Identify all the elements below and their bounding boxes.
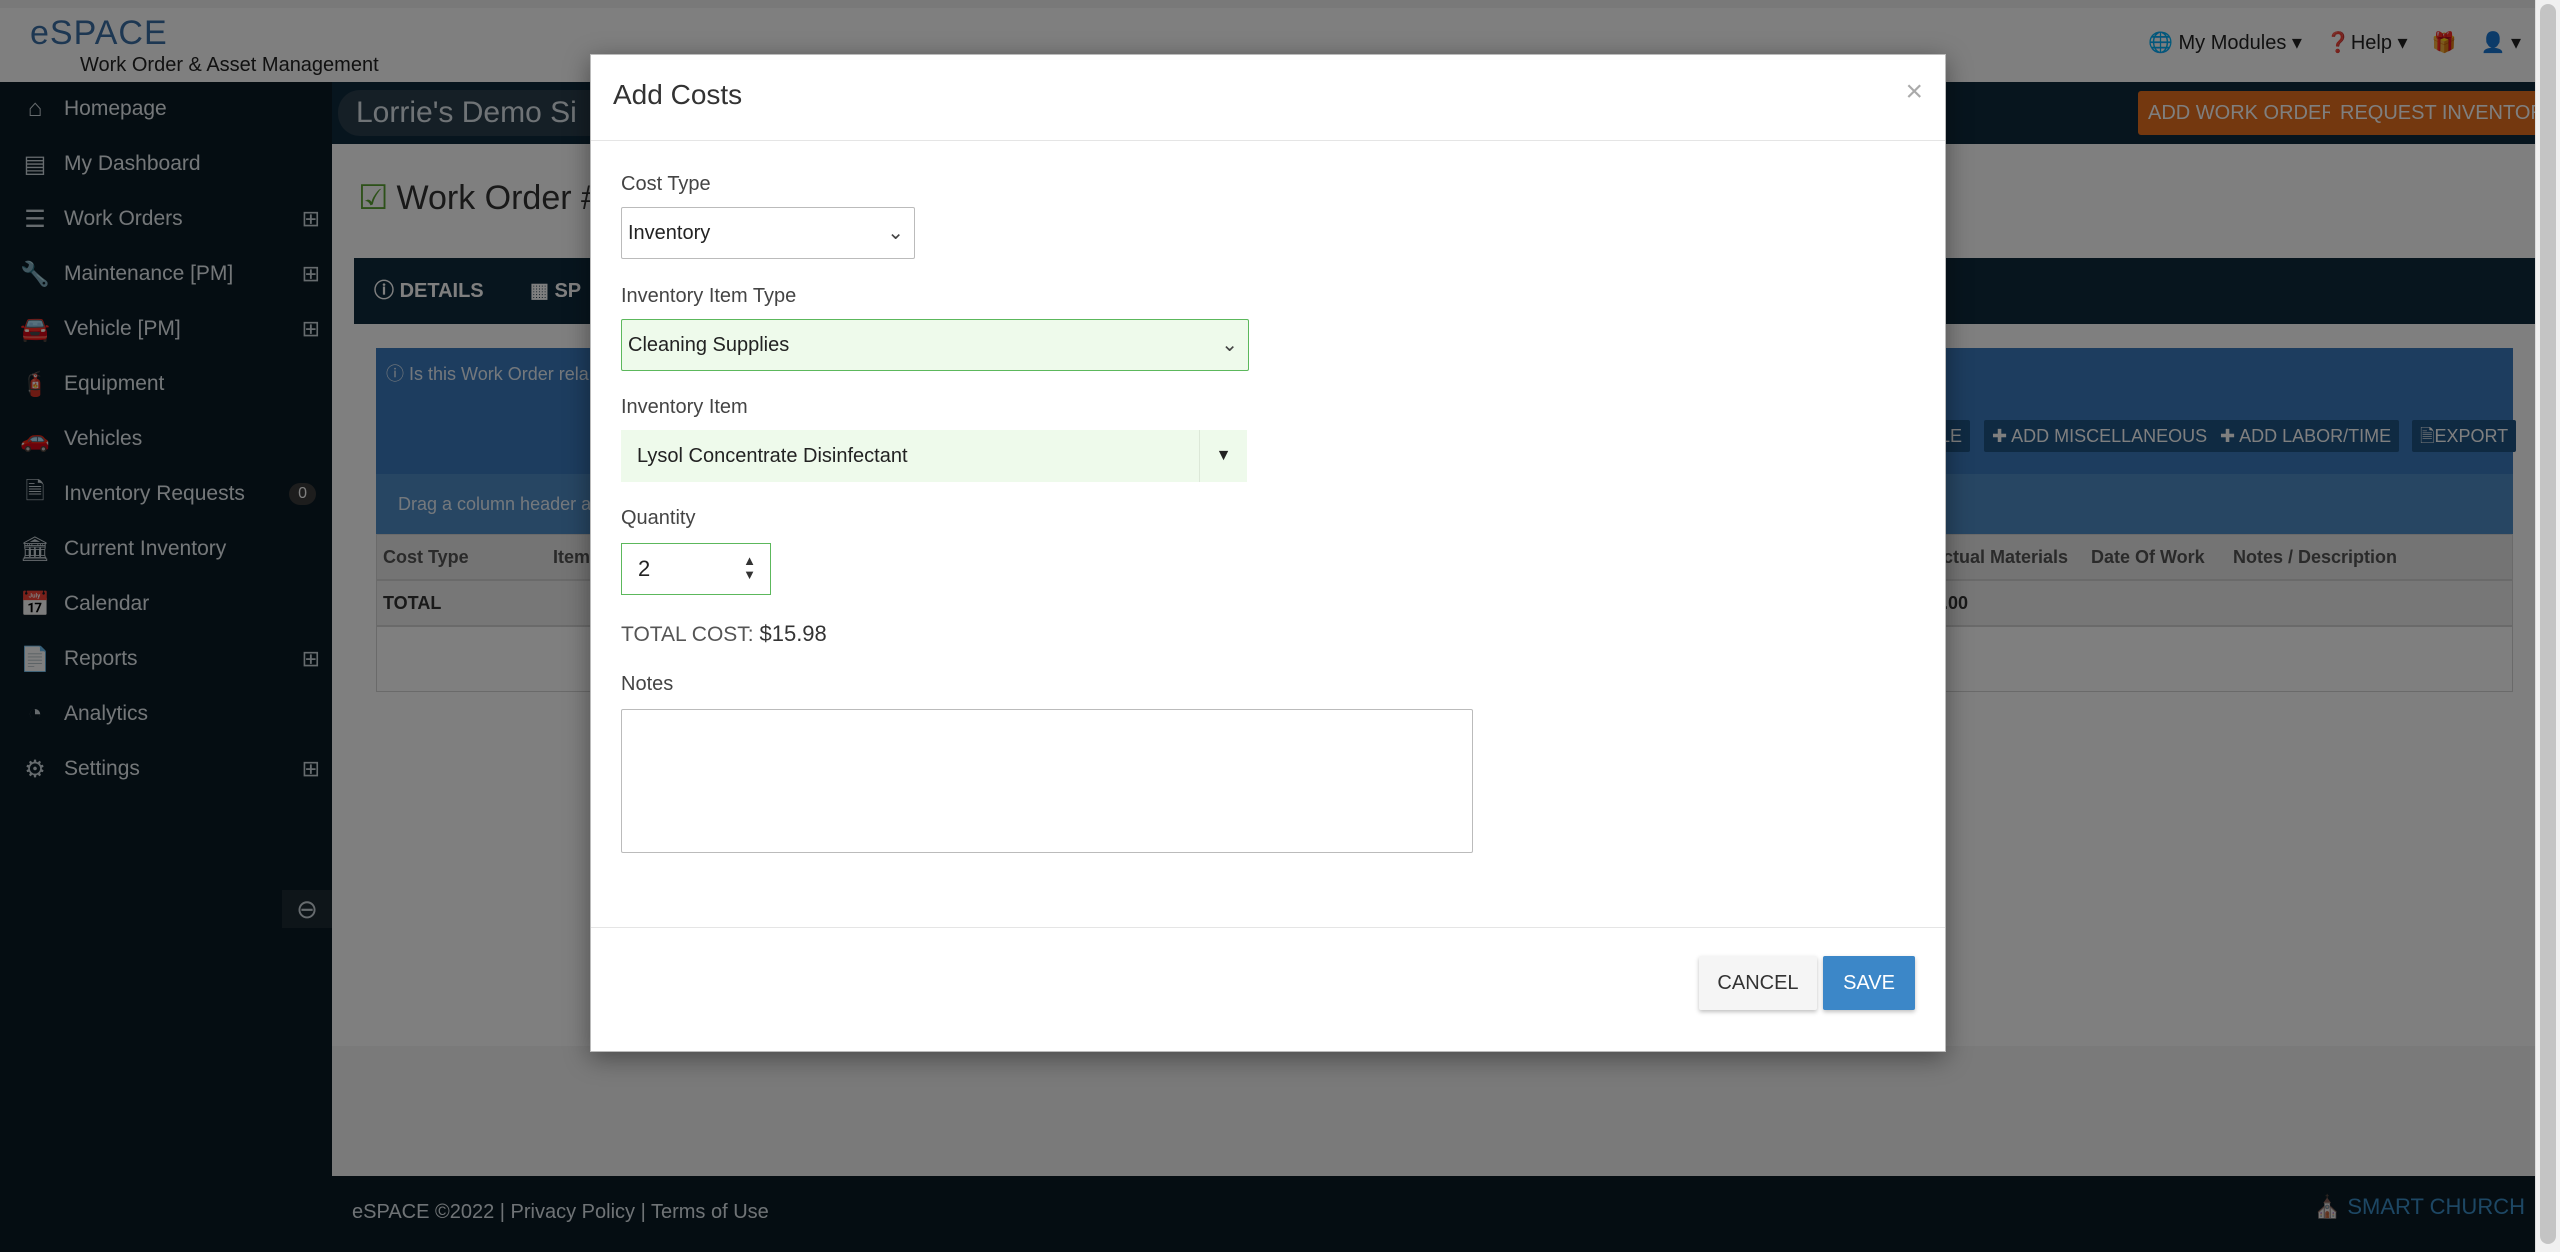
inventory-item-label: Inventory Item bbox=[621, 396, 748, 418]
caret-down-icon[interactable]: ▼ bbox=[1199, 430, 1247, 482]
inventory-item-combobox[interactable]: Lysol Concentrate Disinfectant ▼ bbox=[621, 430, 1247, 482]
quantity-label: Quantity bbox=[621, 507, 696, 529]
inventory-item-type-select[interactable]: Cleaning Supplies ⌄ bbox=[621, 319, 1249, 371]
notes-label: Notes bbox=[621, 673, 674, 695]
chevron-down-icon: ⌄ bbox=[1221, 334, 1238, 356]
cost-type-select[interactable]: Inventory ⌄ bbox=[621, 207, 915, 259]
total-cost: TOTAL COST: $15.98 bbox=[621, 621, 827, 646]
modal-header: Add Costs × bbox=[591, 55, 1945, 141]
add-costs-modal: Add Costs × Cost Type Inventory ⌄ Invento… bbox=[590, 54, 1946, 1052]
cancel-button[interactable]: CANCEL bbox=[1699, 956, 1817, 1010]
stepper-arrows-icon[interactable]: ▲ ▼ bbox=[743, 554, 756, 582]
chevron-down-icon: ⌄ bbox=[887, 222, 904, 244]
close-icon[interactable]: × bbox=[1905, 75, 1923, 109]
cost-type-label: Cost Type bbox=[621, 173, 711, 195]
notes-textarea[interactable] bbox=[621, 709, 1473, 853]
inventory-item-type-label: Inventory Item Type bbox=[621, 285, 797, 307]
modal-title: Add Costs bbox=[613, 79, 743, 110]
page-scrollbar[interactable] bbox=[2535, 0, 2560, 1252]
modal-footer-divider bbox=[591, 927, 1945, 928]
quantity-stepper[interactable]: 2 ▲ ▼ bbox=[621, 543, 771, 595]
scrollbar-thumb[interactable] bbox=[2540, 4, 2556, 1244]
total-cost-value: $15.98 bbox=[759, 621, 827, 646]
save-button[interactable]: SAVE bbox=[1823, 956, 1915, 1010]
